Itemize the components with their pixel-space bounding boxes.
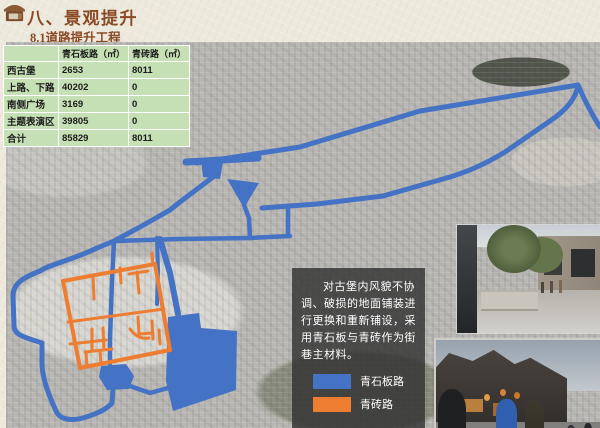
- photo1-stone-planter: [481, 292, 538, 311]
- note-text: 对古堡内风貌不协调、破损的地面铺装进行更换和重新铺设，采用青石板与青砖作为街巷主…: [301, 279, 416, 364]
- row-label: 合计: [4, 130, 59, 147]
- photo2-person-dress: [525, 400, 543, 428]
- brick-area-total: 8011: [129, 130, 190, 147]
- row-label: 南侧广场: [4, 96, 59, 113]
- table-total-row: 合计 85829 8011: [4, 130, 190, 147]
- legend-item-brick-road: 青砖路: [313, 396, 416, 412]
- legend-label: 青砖路: [360, 396, 393, 412]
- photo1-pedestrian: [550, 281, 553, 293]
- header-cell: 青砖路（㎡）: [129, 46, 190, 62]
- brick-road-swatch: [313, 397, 351, 412]
- stone-area-value: 40202: [59, 79, 129, 96]
- photo1-pedestrian: [541, 282, 544, 293]
- table-row: 南侧广场 3169 0: [4, 96, 190, 113]
- table-row: 西古堡 2653 8011: [4, 62, 190, 79]
- photo1-window: [544, 251, 562, 275]
- photo2-person-dark: [438, 389, 467, 428]
- brick-road-grid: [63, 253, 170, 368]
- photo-street-dusk: [434, 338, 600, 428]
- stone-area-value: 2653: [59, 62, 129, 79]
- brick-area-value: 0: [129, 79, 190, 96]
- photo1-window: [571, 249, 595, 277]
- header-cell: 青石板路（㎡）: [59, 46, 129, 62]
- row-label: 西古堡: [4, 62, 59, 79]
- south-plaza-area: [166, 313, 237, 411]
- photo2-person-blue-shirt: [496, 399, 516, 428]
- stone-area-value: 39805: [59, 113, 129, 130]
- pavilion-seal-icon: [3, 2, 26, 23]
- slide: 八、景观提升 8.1道路提升工程: [0, 0, 600, 428]
- stone-area-total: 85829: [59, 130, 129, 147]
- note-box: 对古堡内风貌不协调、破损的地面铺装进行更换和重新铺设，采用青石板与青砖作为街巷主…: [292, 268, 425, 428]
- legend-item-stone-road: 青石板路: [313, 373, 416, 389]
- photo2-lantern: [500, 389, 506, 396]
- row-label: 主题表演区: [4, 113, 59, 130]
- road-area-table: 青石板路（㎡） 青砖路（㎡） 西古堡 2653 8011 上路、下路 40202…: [3, 45, 190, 147]
- brick-area-value: 8011: [129, 62, 190, 79]
- legend-label: 青石板路: [360, 373, 404, 389]
- stone-area-value: 3169: [59, 96, 129, 113]
- header-cell: [4, 46, 59, 62]
- hub-square-area: [201, 159, 223, 179]
- photo1-storefront: [457, 225, 477, 333]
- table-row: 主题表演区 39805 0: [4, 113, 190, 130]
- row-label: 上路、下路: [4, 79, 59, 96]
- page-title: 八、景观提升: [27, 4, 138, 29]
- stone-road-areas: [99, 159, 259, 411]
- brick-area-value: 0: [129, 96, 190, 113]
- stone-road-swatch: [313, 374, 351, 389]
- map-legend: 青石板路 青砖路: [301, 373, 416, 412]
- south-gate-node: [99, 364, 134, 390]
- photo1-tree: [487, 225, 541, 273]
- table-row: 上路、下路 40202 0: [4, 79, 190, 96]
- brick-area-value: 0: [129, 113, 190, 130]
- photo-street-day: [456, 224, 600, 334]
- hub-triangle-area: [227, 179, 259, 208]
- photo1-pedestrian: [559, 280, 562, 293]
- table-header-row: 青石板路（㎡） 青砖路（㎡）: [4, 46, 190, 62]
